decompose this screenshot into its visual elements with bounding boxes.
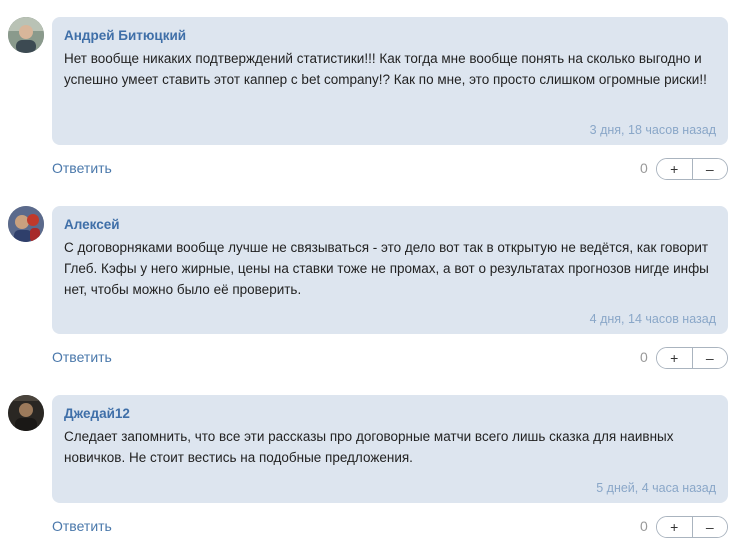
reply-link[interactable]: Ответить	[52, 349, 112, 365]
vote-controls: + –	[656, 158, 728, 180]
avatar[interactable]	[8, 395, 44, 431]
downvote-button[interactable]: –	[692, 348, 727, 368]
reply-link[interactable]: Ответить	[52, 518, 112, 534]
vote-controls: + –	[656, 516, 728, 538]
comment-text: С договорняками вообще лучше не связыват…	[64, 240, 709, 297]
downvote-button[interactable]: –	[692, 517, 727, 537]
vote-controls: + –	[656, 347, 728, 369]
vote-score: 0	[640, 349, 648, 365]
comment-author[interactable]: Джедай12	[64, 406, 716, 421]
comment-author[interactable]: Алексей	[64, 217, 716, 232]
comment-text: Нет вообще никаких подтверждений статист…	[64, 51, 707, 87]
comment-date: 3 дня, 18 часов назад	[589, 123, 716, 137]
upvote-button[interactable]: +	[657, 159, 693, 179]
comment-date: 5 дней, 4 часа назад	[596, 481, 716, 495]
comment-bubble: Алексей С договорняками вообще лучше не …	[52, 206, 728, 334]
vote-score: 0	[640, 160, 648, 176]
comment-bubble: Андрей Битюцкий Нет вообще никаких подтв…	[52, 17, 728, 145]
comment-date: 4 дня, 14 часов назад	[589, 312, 716, 326]
comment-author[interactable]: Андрей Битюцкий	[64, 28, 716, 43]
avatar[interactable]	[8, 17, 44, 53]
avatar[interactable]	[8, 206, 44, 242]
comment-text: Следает запомнить, что все эти рассказы …	[64, 429, 674, 465]
reply-link[interactable]: Ответить	[52, 160, 112, 176]
vote-score: 0	[640, 518, 648, 534]
upvote-button[interactable]: +	[657, 348, 693, 368]
downvote-button[interactable]: –	[692, 159, 727, 179]
comment-bubble: Джедай12 Следает запомнить, что все эти …	[52, 395, 728, 503]
upvote-button[interactable]: +	[657, 517, 693, 537]
